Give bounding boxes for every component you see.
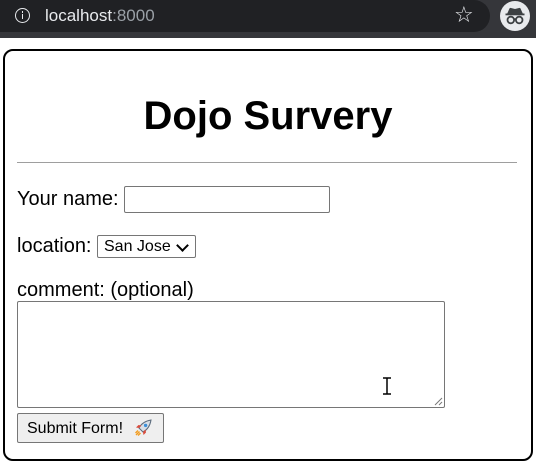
browser-toolbar: localhost:8000 ☆ (0, 0, 536, 38)
text-cursor-icon (383, 377, 391, 395)
location-selected-value: San Jose (104, 238, 171, 255)
chevron-down-icon (176, 239, 189, 252)
name-label: Your name: (17, 188, 119, 210)
comment-label: comment: (optional) (17, 279, 194, 301)
submit-button[interactable]: Submit Form! (17, 413, 164, 443)
bookmark-star-icon[interactable]: ☆ (454, 3, 474, 27)
url-port: :8000 (112, 6, 155, 25)
submit-button-label: Submit Form! (27, 420, 124, 437)
page-title: Dojo Survery (143, 94, 393, 138)
location-select[interactable]: San Jose (97, 235, 196, 258)
name-input[interactable] (124, 186, 330, 213)
divider (17, 162, 517, 163)
url-text[interactable]: localhost:8000 (45, 6, 155, 26)
incognito-icon[interactable] (500, 1, 530, 31)
rocket-icon (135, 419, 152, 436)
survey-panel: Dojo Survery Your name: location: San Jo… (3, 49, 533, 461)
incognito-glyph (505, 7, 525, 25)
address-bar[interactable]: localhost:8000 (0, 0, 490, 32)
info-icon[interactable] (15, 8, 30, 23)
location-label: location: (17, 235, 92, 257)
url-host: localhost (45, 6, 113, 25)
resize-handle-icon[interactable] (433, 396, 443, 406)
